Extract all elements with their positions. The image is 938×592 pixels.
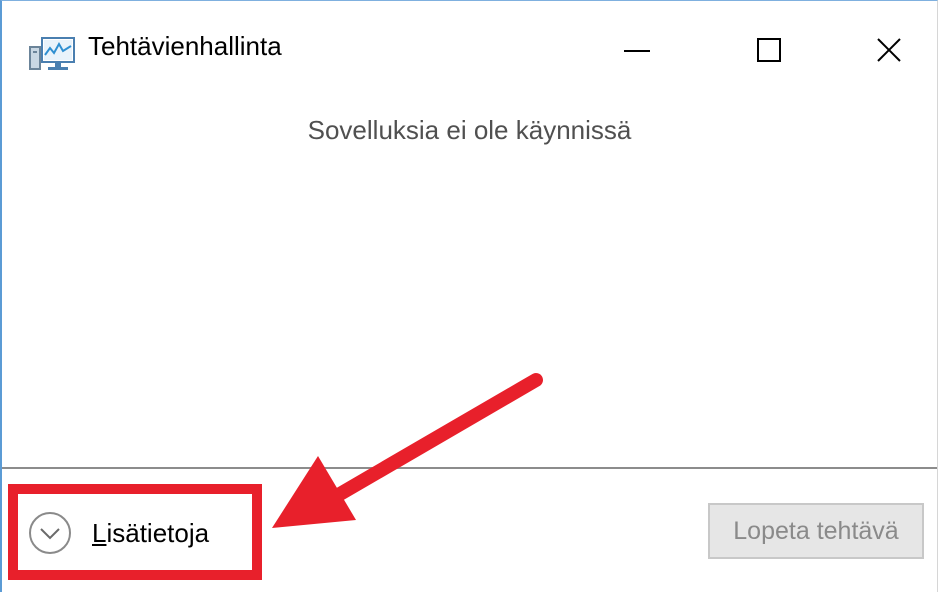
- minimize-icon: [624, 50, 650, 52]
- title-bar[interactable]: Tehtävienhallinta: [2, 1, 937, 101]
- minimize-button[interactable]: [592, 23, 682, 81]
- end-task-button[interactable]: Lopeta tehtävä: [708, 503, 924, 559]
- task-manager-icon: [29, 37, 75, 70]
- close-icon: [877, 38, 901, 62]
- maximize-button[interactable]: [724, 23, 814, 81]
- end-task-label: Lopeta tehtävä: [733, 517, 899, 545]
- close-button[interactable]: [844, 23, 934, 81]
- annotation-highlight-box: [8, 484, 262, 580]
- no-apps-running-message: Sovelluksia ei ole käynnissä: [307, 115, 632, 145]
- maximize-icon: [757, 38, 781, 62]
- footer-divider: [2, 467, 937, 469]
- window-title: Tehtävienhallinta: [88, 31, 282, 61]
